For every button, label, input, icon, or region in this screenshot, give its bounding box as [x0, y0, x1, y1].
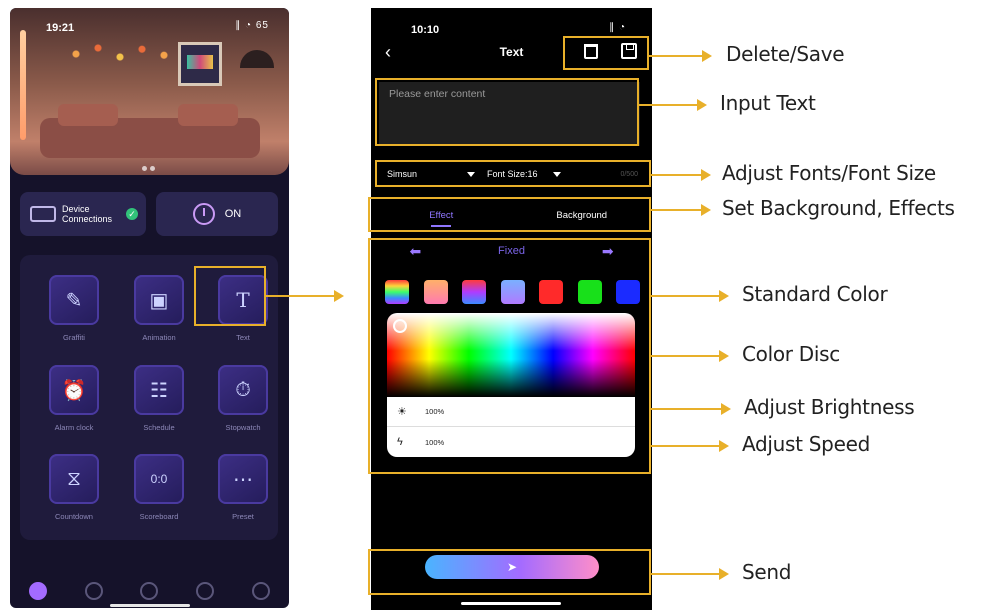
callout-line — [651, 295, 721, 297]
callout-standard-color: Standard Color — [742, 282, 888, 306]
input-highlight — [375, 78, 639, 146]
settings-gear-icon[interactable] — [84, 581, 103, 600]
graffiti-icon: ✎ — [49, 275, 99, 325]
tile-schedule[interactable]: ☷ Schedule — [121, 365, 197, 445]
tabs-highlight — [368, 197, 651, 232]
delete-save-highlight — [563, 36, 649, 70]
tile-animation[interactable]: ▣ Animation — [121, 275, 197, 355]
tile-label: Scoreboard — [139, 512, 179, 521]
tile-label: Graffiti — [63, 333, 85, 342]
floor-lamp — [240, 50, 274, 68]
light-strip — [20, 30, 26, 140]
callout-adjust-fonts: Adjust Fonts/Font Size — [722, 161, 936, 185]
arrow-right-icon — [719, 568, 729, 580]
tile-label: Stopwatch — [225, 423, 261, 432]
garland-decoration — [65, 42, 175, 102]
tile-label: Countdown — [55, 512, 93, 521]
power-label: ON — [224, 208, 242, 220]
power-button[interactable]: ON — [156, 192, 278, 236]
power-icon — [192, 203, 215, 225]
send-highlight — [368, 549, 651, 595]
device-connections-label: Device Connections — [62, 204, 113, 224]
tile-countdown[interactable]: ⧖ Countdown — [36, 454, 112, 534]
tile-scoreboard[interactable]: 0:0 Scoreboard — [121, 454, 197, 534]
arrow-right-icon — [721, 403, 731, 415]
text-tile-highlight — [194, 266, 266, 326]
arrow-right-icon — [697, 99, 707, 111]
cloud-icon[interactable] — [140, 581, 159, 600]
stopwatch-icon: ⏱ — [218, 365, 268, 415]
tile-label: Animation — [142, 333, 176, 342]
tile-label: Schedule — [143, 423, 175, 432]
device-connections-button[interactable]: Device Connections ✓ — [20, 192, 146, 236]
callout-input-text: Input Text — [720, 91, 816, 115]
font-row-highlight — [375, 160, 651, 187]
arrow-right-icon — [719, 290, 729, 302]
callout-line — [649, 55, 704, 57]
pixel-display-frame — [178, 42, 222, 86]
tile-label: Preset — [232, 512, 254, 521]
status-icons: ∥ ◔ 65 — [235, 20, 269, 31]
callout-line — [651, 445, 721, 447]
preset-icon: ⋯ — [218, 454, 268, 504]
room-preview-image: 19:21 ∥ ◔ 65 — [10, 8, 289, 175]
animation-icon: ▣ — [134, 275, 184, 325]
status-time: 10:10 — [411, 24, 440, 36]
device-icon — [30, 206, 56, 222]
home-indicator — [110, 604, 190, 607]
callout-line — [651, 408, 723, 410]
home-indicator — [461, 602, 561, 605]
status-time: 19:21 — [46, 22, 75, 34]
callout-set-background: Set Background, Effects — [722, 196, 955, 220]
tile-graffiti[interactable]: ✎ Graffiti — [36, 275, 112, 355]
check-icon: ✓ — [126, 208, 138, 220]
arrow-right-icon — [701, 169, 711, 181]
callout-line — [651, 573, 721, 575]
callout-line — [651, 209, 703, 211]
callout-line — [639, 104, 699, 106]
compass-icon[interactable] — [28, 581, 47, 600]
tile-label: Text — [236, 333, 250, 342]
arrow-right-icon — [701, 204, 711, 216]
callout-line — [651, 355, 721, 357]
arrow-right-icon — [702, 50, 712, 62]
arrow-right-icon — [719, 350, 729, 362]
music-icon[interactable] — [196, 581, 215, 600]
tile-stopwatch[interactable]: ⏱ Stopwatch — [205, 365, 281, 445]
text-tile-arrow-line — [266, 295, 336, 297]
callout-line — [651, 174, 703, 176]
callout-send: Send — [742, 560, 792, 584]
carousel-dots — [142, 158, 162, 171]
tile-label: Alarm clock — [54, 423, 94, 432]
sofa — [40, 104, 260, 158]
color-panel-highlight — [368, 238, 651, 474]
callout-delete-save: Delete/Save — [726, 42, 845, 66]
arrow-right-icon — [719, 440, 729, 452]
callout-adjust-brightness: Adjust Brightness — [744, 395, 915, 419]
callout-color-disc: Color Disc — [742, 342, 840, 366]
alarm-clock-icon: ⏰ — [49, 365, 99, 415]
hourglass-icon: ⧖ — [49, 454, 99, 504]
tile-alarm-clock[interactable]: ⏰ Alarm clock — [36, 365, 112, 445]
schedule-icon: ☷ — [134, 365, 184, 415]
callout-adjust-speed: Adjust Speed — [742, 432, 870, 456]
gear-icon[interactable] — [252, 581, 271, 600]
scoreboard-icon: 0:0 — [134, 454, 184, 504]
tile-preset[interactable]: ⋯ Preset — [205, 454, 281, 534]
status-icons: ∥ ◔ — [609, 22, 626, 33]
bottom-nav — [10, 573, 289, 608]
arrow-right-icon — [334, 290, 344, 302]
